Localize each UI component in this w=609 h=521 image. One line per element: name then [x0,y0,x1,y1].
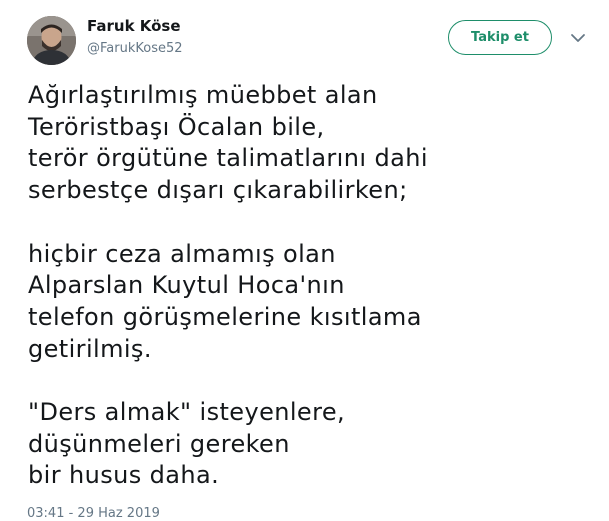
chevron-down-icon [571,34,585,42]
follow-button[interactable]: Takip et [448,20,552,55]
tweet-line: Ağırlaştırılmış müebbet alan [28,81,378,109]
tweet: Faruk Köse @FarukKose52 Takip et Ağırlaş… [0,0,609,521]
tweet-line: düşünmeleri gereken [28,429,290,458]
avatar[interactable] [27,16,76,65]
more-options-button[interactable] [569,30,587,46]
tweet-line: "Ders almak" isteyenlere, [28,398,346,426]
tweet-line: getirilmiş. [28,334,152,363]
tweet-line: terör örgütüne talimatlarını dahi [28,144,428,173]
author-handle[interactable]: @FarukKose52 [87,41,183,56]
tweet-line: telefon görüşmelerine kısıtlama [28,302,422,331]
tweet-line: bir husus daha. [28,461,220,490]
avatar-photo-icon [27,16,76,65]
tweet-line: hiçbir ceza almamış olan [28,239,336,268]
tweet-text: Ağırlaştırılmış müebbet alan Teröristbaş… [28,80,588,492]
paragraph-break [28,365,588,397]
author-name[interactable]: Faruk Köse [87,17,181,35]
paragraph-break [28,207,588,239]
tweet-line: Alparslan Kuytul Hoca'nın [28,271,345,300]
tweet-line: serbestçe dışarı çıkarabilirken; [28,176,408,205]
tweet-line: Teröristbaşı Öcalan bile, [28,112,325,141]
